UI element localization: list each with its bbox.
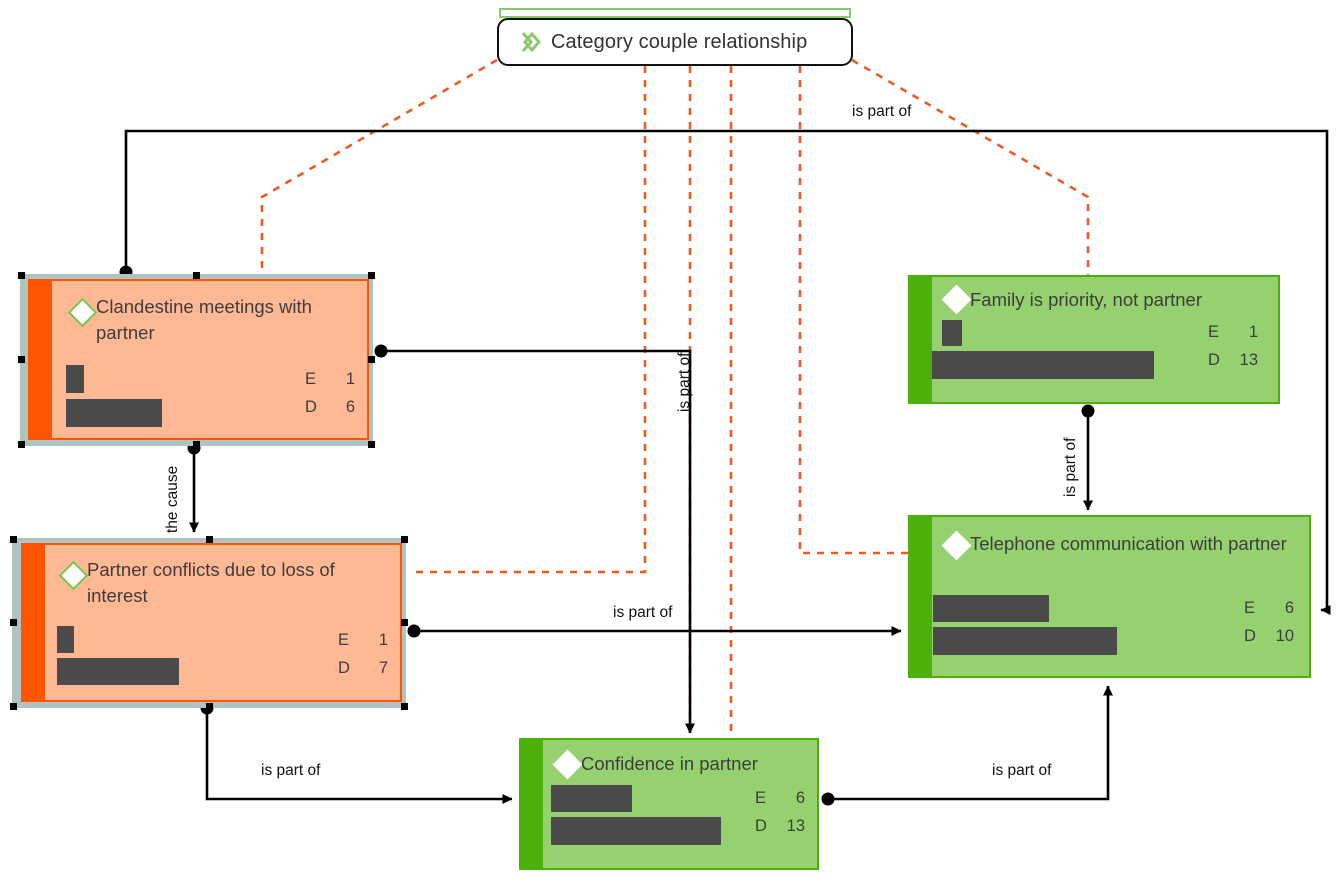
metric-value-d: 10 [1275,627,1294,646]
node-metrics-telephone: E 6 D 10 [1244,594,1294,651]
node-bar-large-telephone [933,627,1117,655]
solid-edge-confidence-telephone [828,685,1113,801]
node-title-telephone: Telephone communication with partner [970,533,1287,554]
node-metrics-clandestine: E 1 D 6 [305,365,355,422]
node-clandestine-meetings[interactable]: Clandestine meetings with partner E 1 D 6 [18,272,375,448]
node-bar-large-confidence [551,817,721,845]
node-bar-small-telephone [933,595,1049,622]
dashed-edge-category-clandestine [260,58,498,275]
resize-handle-sw[interactable] [18,441,25,448]
node-bar-small-clandestine [66,365,84,393]
white-diamond-icon [941,530,972,561]
node-bar-large-conflicts [57,658,179,685]
resize-handle-sw[interactable] [10,703,17,710]
resize-handle-se[interactable] [368,441,375,448]
edge-label-is-part-of-bottom-right: is part of [989,762,1055,780]
node-body-conflicts[interactable]: Partner conflicts due to loss of interes… [21,543,402,702]
metric-value-d: 6 [345,398,355,417]
metric-key-d: D [1244,627,1256,646]
edge-label-is-part-of-top-right: is part of [849,103,915,121]
resize-handle-s[interactable] [193,441,200,448]
node-accent-family [910,277,932,402]
dashed-edge-category-telephone [798,66,908,555]
solid-edge-conflicts-confidence [205,706,513,804]
resize-handle-n[interactable] [193,272,200,279]
metric-key-d: D [755,817,767,836]
node-partner-conflicts[interactable]: Partner conflicts due to loss of interes… [10,536,408,710]
node-bar-small-family [942,320,962,346]
metric-key-e: E [305,370,317,388]
node-title-conflicts: Partner conflicts due to loss of interes… [87,559,335,606]
metric-key-d: D [305,398,317,417]
node-body-clandestine[interactable]: Clandestine meetings with partner E 1 D 6 [28,279,369,440]
resize-handle-n[interactable] [206,536,213,543]
metric-value-e: 1 [378,631,388,649]
node-confidence-partner[interactable]: Confidence in partner E 6 D 13 [519,738,819,870]
node-title-confidence: Confidence in partner [581,753,758,774]
edge-dot-clandestine-right [374,344,388,358]
metric-value-e: 6 [795,789,805,807]
node-telephone-communication[interactable]: Telephone communication with partner E 6 … [908,515,1311,678]
node-bar-large-clandestine [66,399,162,427]
node-metrics-family: E 1 D 13 [1208,318,1258,375]
edge-label-is-part-of-right-vertical: is part of [1062,437,1079,497]
node-accent-clandestine [30,281,52,438]
resize-handle-e[interactable] [401,619,408,626]
metric-value-e: 1 [345,370,355,388]
white-diamond-green-outline-icon [58,560,89,591]
metric-value-d: 7 [378,659,388,678]
node-accent-telephone [910,517,932,676]
resize-handle-nw[interactable] [18,272,25,279]
edge-label-is-part-of-mid-horizontal: is part of [610,604,676,622]
node-metrics-conflicts: E 1 D 7 [338,626,388,683]
diagram-canvas[interactable]: is part of the cause is part of is part … [0,0,1339,882]
edge-dot-conflicts-right [407,624,421,638]
node-bar-small-conflicts [57,626,74,653]
resize-handle-se[interactable] [401,703,408,710]
dashed-edge-category-family [851,58,1090,275]
node-body-family[interactable]: Family is priority, not partner E 1 D 13 [908,275,1280,404]
metric-value-e: 1 [1248,323,1258,341]
edge-dot-family-bottom [1081,404,1095,418]
resize-handle-nw[interactable] [10,536,17,543]
double-chevron-diamond-icon [513,31,541,53]
solid-edge-clandestine-confidence [381,349,695,734]
edge-label-is-part-of-bottom-left: is part of [258,762,324,780]
resize-handle-s[interactable] [206,703,213,710]
node-accent-conflicts [23,545,45,700]
node-title-clandestine: Clandestine meetings with partner [96,296,312,343]
resize-handle-e[interactable] [368,356,375,363]
resize-handle-ne[interactable] [368,272,375,279]
node-body-telephone[interactable]: Telephone communication with partner E 6 … [908,515,1311,678]
node-bar-large-family [932,351,1154,379]
white-diamond-green-outline-icon [67,297,98,328]
metric-value-e: 6 [1284,599,1294,617]
metric-key-d: D [1208,351,1220,370]
metric-key-d: D [338,659,350,678]
metric-key-e: E [338,631,350,649]
node-bar-small-confidence [551,785,632,812]
metric-key-e: E [1244,599,1256,617]
metric-key-e: E [1208,323,1220,341]
node-title-family: Family is priority, not partner [970,289,1202,310]
node-body-confidence[interactable]: Confidence in partner E 6 D 13 [519,738,819,870]
category-root-label: Category couple relationship [551,30,808,53]
resize-handle-w[interactable] [10,619,17,626]
white-diamond-icon [552,749,583,780]
edge-label-is-part-of-mid-vertical: is part of [676,352,693,412]
category-accent-bar [499,8,851,18]
node-metrics-confidence: E 6 D 13 [755,784,805,841]
resize-handle-w[interactable] [18,356,25,363]
metric-value-d: 13 [786,817,805,836]
category-root-node[interactable]: Category couple relationship [497,8,853,66]
node-family-priority[interactable]: Family is priority, not partner E 1 D 13 [908,275,1280,404]
node-accent-confidence [521,740,543,868]
metric-value-d: 13 [1239,351,1258,370]
white-diamond-icon [941,284,972,315]
dashed-edge-category-conflicts [412,66,647,574]
metric-key-e: E [755,789,767,807]
edge-label-the-cause: the cause [164,465,181,533]
edge-dot-confidence-right [821,792,835,806]
resize-handle-ne[interactable] [401,536,408,543]
